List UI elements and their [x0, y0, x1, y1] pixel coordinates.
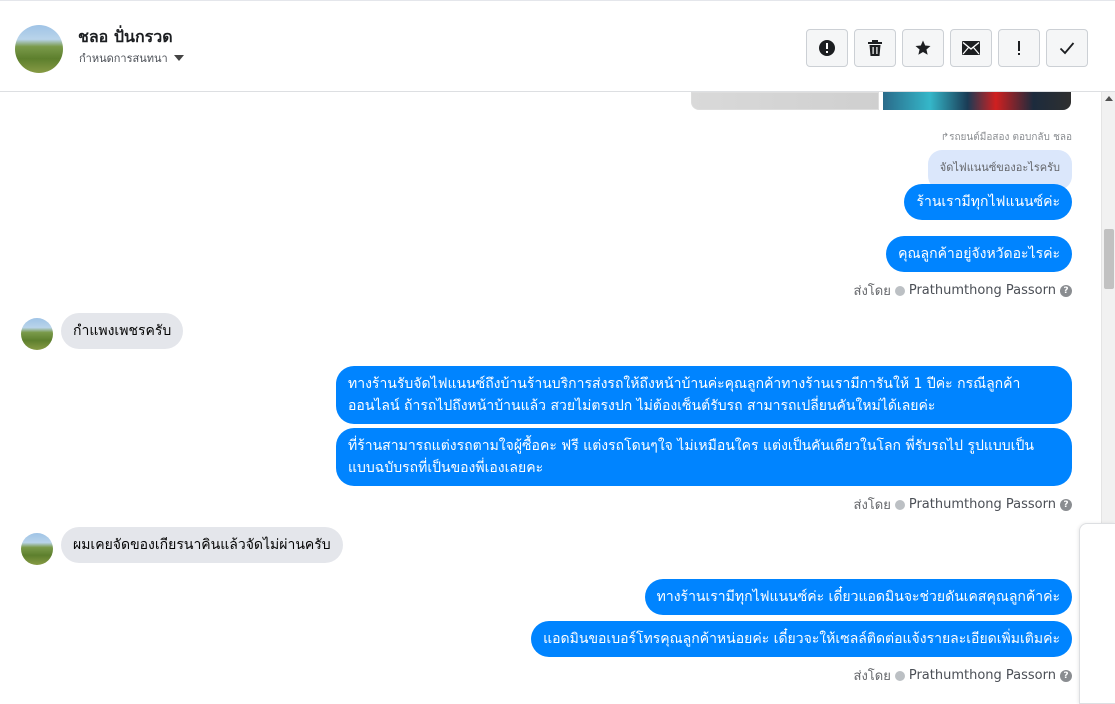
outgoing-message[interactable]: ร้านเรามีทุกไฟแนนซ์ค่ะ — [904, 184, 1072, 220]
attached-images — [691, 92, 1071, 110]
incoming-message[interactable]: ผมเคยจัดของเกียรนาคินแล้วจัดไม่ผ่านครับ — [61, 527, 343, 563]
outgoing-message[interactable]: ทางร้านรับจัดไฟแนนซ์ถึงบ้านร้านบริการส่ง… — [336, 366, 1072, 424]
mark-spam-button[interactable] — [806, 29, 848, 67]
sender-icon — [894, 499, 905, 510]
star-icon — [915, 40, 931, 55]
collapsed-side-panel[interactable] — [1079, 523, 1115, 704]
help-icon[interactable]: ? — [1060, 669, 1072, 682]
check-icon — [1059, 42, 1075, 55]
help-icon[interactable]: ? — [1060, 284, 1072, 297]
alert-circle-icon — [819, 40, 835, 56]
attached-image[interactable] — [883, 92, 1071, 110]
reply-note-text: รถยนต์มือสอง ตอบกลับ ชลอ — [949, 132, 1072, 143]
follow-up-button[interactable] — [998, 29, 1040, 67]
incoming-message[interactable]: กำแพงเพชรครับ — [61, 313, 184, 349]
sender-icon — [894, 285, 905, 296]
label-dropdown[interactable]: กำหนดการสนทนา — [79, 49, 184, 67]
sender-name[interactable]: Prathumthong Passorn — [909, 283, 1056, 298]
customer-avatar[interactable] — [21, 533, 53, 565]
outgoing-message[interactable]: ทางร้านเรามีทุกไฟแนนซ์ค่ะ เดี๋ยวแอดมินจะ… — [644, 579, 1072, 615]
sent-by-label: ส่งโดย — [853, 669, 891, 684]
exclamation-icon — [1018, 41, 1020, 55]
scroll-up-arrow-icon[interactable] — [1105, 96, 1113, 101]
customer-avatar[interactable] — [21, 318, 53, 350]
sender-name[interactable]: Prathumthong Passorn — [909, 497, 1056, 512]
conversation-header: ชลอ ปั่นกรวด กำหนดการสนทนา — [0, 0, 1115, 92]
delete-button[interactable] — [854, 29, 896, 67]
sender-name[interactable]: Prathumthong Passorn — [909, 668, 1056, 683]
mark-unread-button[interactable] — [950, 29, 992, 67]
star-button[interactable] — [902, 29, 944, 67]
outgoing-message[interactable]: แอดมินขอเบอร์โทรคุณลูกค้าหน่อยค่ะ เดี๋ยว… — [531, 621, 1072, 657]
sent-by-label: ส่งโดย — [853, 498, 891, 513]
contact-avatar[interactable] — [15, 25, 63, 73]
envelope-icon — [962, 41, 980, 55]
reply-note: ↱รถยนต์มือสอง ตอบกลับ ชลอ — [941, 130, 1072, 145]
label-dropdown-text: กำหนดการสนทนา — [79, 52, 168, 65]
sent-by-line: ส่งโดย Prathumthong Passorn ? — [854, 280, 1072, 301]
sent-by-line: ส่งโดย Prathumthong Passorn ? — [854, 665, 1072, 686]
help-icon[interactable]: ? — [1060, 498, 1072, 511]
contact-name[interactable]: ชลอ ปั่นกรวด — [78, 25, 173, 50]
scroll-thumb[interactable] — [1104, 229, 1114, 289]
sender-icon — [894, 670, 905, 681]
conversation-toolbar — [806, 29, 1088, 67]
trash-icon — [868, 40, 882, 56]
outgoing-message[interactable]: ที่ร้านสามารถแต่งรถตามใจผู้ซื้อคะ ฟรี แต… — [336, 428, 1072, 486]
outgoing-message[interactable]: คุณลูกค้าอยู่จังหวัดอะไรค่ะ — [886, 236, 1072, 272]
sent-by-line: ส่งโดย Prathumthong Passorn ? — [854, 494, 1072, 515]
reply-arrow-icon: ↱ — [940, 132, 950, 143]
attached-image[interactable] — [691, 92, 879, 110]
sent-by-label: ส่งโดย — [853, 284, 891, 299]
message-thread: ↱รถยนต์มือสอง ตอบกลับ ชลอ จัดไฟแนนซ์ของอ… — [0, 92, 1101, 704]
mark-done-button[interactable] — [1046, 29, 1088, 67]
caret-down-icon — [173, 55, 184, 61]
